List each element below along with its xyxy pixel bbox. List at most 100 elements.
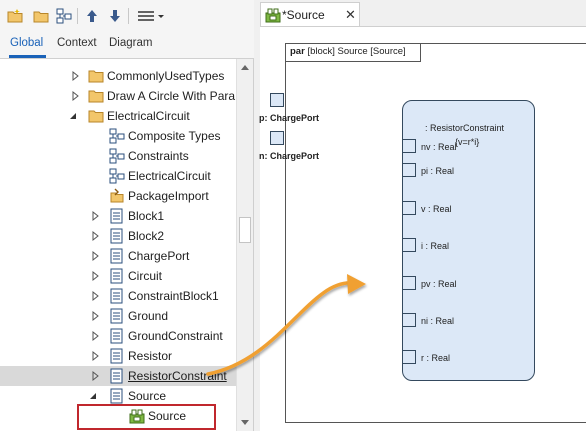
expand-arrow-icon[interactable]	[90, 370, 100, 382]
collapse-arrow-icon[interactable]	[88, 390, 98, 402]
expand-arrow-icon[interactable]	[90, 230, 100, 242]
expand-arrow-icon[interactable]	[70, 70, 80, 82]
parameter-label: v : Real	[421, 204, 452, 214]
parameter-label: r : Real	[421, 353, 451, 363]
new-diagram-icon[interactable]	[55, 7, 73, 25]
port-label: p: ChargePort	[259, 113, 320, 123]
port-n[interactable]	[270, 131, 284, 145]
tree-item-label: Ground	[128, 309, 169, 323]
tree-item-label: Constraints	[128, 149, 189, 163]
tree-item[interactable]: Source	[0, 386, 236, 406]
folder-icon	[88, 68, 104, 84]
diagram-icon	[109, 148, 125, 164]
diagram-icon	[109, 168, 125, 184]
constraint-parameter[interactable]	[402, 238, 416, 252]
expand-arrow-icon[interactable]	[90, 330, 100, 342]
browser-tabs: Global Context Diagram	[0, 30, 254, 58]
tree-item[interactable]: Circuit	[0, 266, 236, 286]
tree-item[interactable]: Composite Types	[0, 126, 236, 146]
constraint-parameter[interactable]	[402, 163, 416, 177]
tree-item[interactable]: Resistor	[0, 346, 236, 366]
tree-item[interactable]: PackageImport	[0, 186, 236, 206]
tree-item[interactable]: ChargePort	[0, 246, 236, 266]
constraint-property[interactable]: : ResistorConstraint {v=r*i} nv : Real p…	[402, 100, 535, 381]
parameter-label: pi : Real	[421, 166, 455, 176]
folder-icon[interactable]	[32, 7, 50, 25]
constraint-parameter[interactable]	[402, 139, 416, 153]
tree-item[interactable]: GroundConstraint	[0, 326, 236, 346]
tree-item-label: ConstraintBlock1	[128, 289, 219, 303]
block-icon	[109, 368, 125, 384]
tree-item-label: CommonlyUsedTypes	[107, 69, 225, 83]
frame-title: [block] Source [Source]	[307, 46, 406, 57]
expand-arrow-icon[interactable]	[90, 210, 100, 222]
expand-arrow-icon[interactable]	[90, 310, 100, 322]
menu-dropdown-icon[interactable]	[136, 7, 166, 25]
vertical-scrollbar[interactable]	[236, 59, 253, 431]
parametric-diagram-icon	[265, 7, 281, 23]
expand-arrow-icon[interactable]	[90, 290, 100, 302]
tree-item[interactable]: Ground	[0, 306, 236, 326]
tree-item[interactable]: Block2	[0, 226, 236, 246]
tree-item-label: Circuit	[128, 269, 163, 283]
document-tab-title: *Source	[282, 8, 325, 22]
tree-item[interactable]: ElectricalCircuit	[0, 166, 236, 186]
parameter-label: nv : Real	[421, 142, 457, 152]
constraint-parameter[interactable]	[402, 201, 416, 215]
block-icon	[109, 288, 125, 304]
tab-global[interactable]: Global	[10, 37, 43, 49]
scroll-thumb[interactable]	[239, 217, 251, 243]
tree-item[interactable]: ConstraintBlock1	[0, 286, 236, 306]
constraint-expression: {v=r*i}	[455, 137, 480, 147]
block-icon	[109, 248, 125, 264]
diagram-icon	[109, 128, 125, 144]
parameter-label: ni : Real	[421, 316, 455, 326]
tab-diagram[interactable]: Diagram	[109, 37, 152, 49]
document-tab[interactable]: *Source ✕	[260, 2, 360, 26]
constraint-parameter[interactable]	[402, 313, 416, 327]
project-tree: CommonlyUsedTypes Draw A Circle With Par…	[0, 59, 236, 431]
tree-item-label: Block2	[128, 229, 165, 243]
tree-item-label: ElectricalCircuit	[107, 109, 190, 123]
tree-item[interactable]: Draw A Circle With Para	[0, 86, 236, 106]
frame-header: par [block] Source [Source]	[286, 44, 421, 62]
close-icon[interactable]: ✕	[345, 7, 356, 23]
scroll-down-icon[interactable]	[241, 420, 249, 425]
block-icon	[109, 388, 125, 404]
folder-icon	[88, 88, 104, 104]
tree-item-label: ResistorConstraint	[128, 369, 227, 383]
tree-item-label: PackageImport	[128, 189, 209, 203]
tree-item-label: ElectricalCircuit	[128, 169, 211, 183]
block-icon	[109, 348, 125, 364]
parameter-label: i : Real	[421, 241, 450, 251]
move-down-icon[interactable]	[106, 7, 124, 25]
tree-item[interactable]: CommonlyUsedTypes	[0, 66, 236, 86]
expand-arrow-icon[interactable]	[90, 350, 100, 362]
block-icon	[109, 328, 125, 344]
tree-item[interactable]: ElectricalCircuit	[0, 106, 236, 126]
tree-item-label: Composite Types	[128, 129, 221, 143]
browser-panel: Global Context Diagram CommonlyUsedTypes…	[0, 0, 254, 431]
tree-item-label: GroundConstraint	[128, 329, 223, 343]
constraint-name: : ResistorConstraint	[425, 123, 505, 133]
folder-icon	[88, 108, 104, 124]
tree-item[interactable]: Constraints	[0, 146, 236, 166]
expand-arrow-icon[interactable]	[90, 270, 100, 282]
tree-item-selected[interactable]: ResistorConstraint	[0, 366, 236, 386]
tree-item-label: Resistor	[128, 349, 173, 363]
expand-arrow-icon[interactable]	[90, 250, 100, 262]
block-icon	[109, 228, 125, 244]
constraint-parameter[interactable]	[402, 276, 416, 290]
scroll-up-icon[interactable]	[241, 65, 249, 70]
tree-item[interactable]: Block1	[0, 206, 236, 226]
parameter-label: pv : Real	[421, 279, 457, 289]
move-up-icon[interactable]	[83, 7, 101, 25]
collapse-arrow-icon[interactable]	[68, 110, 78, 122]
tab-context[interactable]: Context	[57, 37, 97, 49]
port-label: n: ChargePort	[259, 151, 320, 161]
new-folder-icon[interactable]	[6, 7, 24, 25]
constraint-parameter[interactable]	[402, 350, 416, 364]
block-icon	[109, 308, 125, 324]
expand-arrow-icon[interactable]	[70, 90, 80, 102]
port-p[interactable]	[270, 93, 284, 107]
